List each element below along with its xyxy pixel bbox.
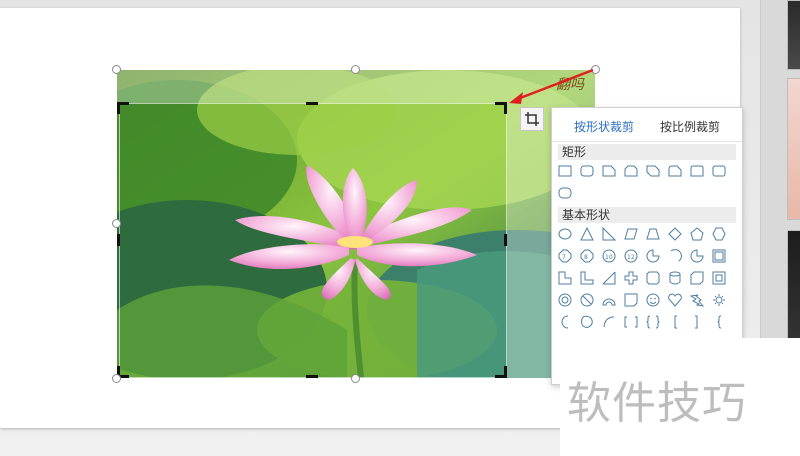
svg-text:7: 7: [562, 254, 566, 261]
basic-shape-29[interactable]: [646, 293, 660, 307]
basic-shape-34[interactable]: [580, 315, 594, 329]
basic-shape-16[interactable]: [712, 249, 726, 263]
rect-shape-2[interactable]: [580, 164, 594, 178]
crop-icon: [525, 112, 539, 126]
basic-shape-26[interactable]: [580, 293, 594, 307]
rect-shape-9[interactable]: [558, 186, 572, 200]
watermark-text: 软件技巧: [567, 378, 747, 429]
basic-shape-27[interactable]: [602, 293, 616, 307]
basic-shape-7[interactable]: [690, 227, 704, 241]
section-rectangle: 矩形: [558, 144, 736, 160]
basic-shape-1[interactable]: [558, 227, 572, 241]
annotation-arrow: [509, 68, 594, 104]
crop-frame[interactable]: [119, 103, 507, 378]
basic-shape-23[interactable]: [690, 271, 704, 285]
rect-shape-6[interactable]: [668, 164, 682, 178]
basic-shape-18[interactable]: [580, 271, 594, 285]
basic-shape-30[interactable]: [668, 293, 682, 307]
basic-shape-6[interactable]: [668, 227, 682, 241]
basic-shape-14[interactable]: [668, 249, 682, 263]
basic-shape-4[interactable]: [624, 227, 638, 241]
basic-shape-19[interactable]: [602, 271, 616, 285]
svg-text:12: 12: [627, 254, 635, 261]
resize-handle-bl[interactable]: [112, 374, 121, 383]
basic-shape-33[interactable]: [558, 315, 572, 329]
basic-shape-8[interactable]: [712, 227, 726, 241]
basic-shape-11[interactable]: 10: [602, 249, 616, 263]
basic-shape-40[interactable]: [712, 315, 726, 329]
crop-button[interactable]: [520, 107, 544, 131]
svg-text:10: 10: [605, 254, 613, 261]
basic-shape-10[interactable]: 8: [580, 249, 594, 263]
basic-shape-39[interactable]: [690, 315, 704, 329]
basic-shape-2[interactable]: [580, 227, 594, 241]
rect-shape-5[interactable]: [646, 164, 660, 178]
basic-shape-12[interactable]: 12: [624, 249, 638, 263]
basic-shape-28[interactable]: [624, 293, 638, 307]
rect-shape-1[interactable]: [558, 164, 572, 178]
basic-shape-9[interactable]: 7: [558, 249, 572, 263]
resize-handle-tl[interactable]: [112, 65, 121, 74]
crop-mark-top-mid[interactable]: [306, 102, 318, 105]
basic-shape-17[interactable]: [558, 271, 572, 285]
crop-mark-bottom-mid[interactable]: [306, 375, 318, 378]
basic-shape-15[interactable]: [690, 249, 704, 263]
crop-menu-tabs: 按形状裁剪 按比例裁剪: [552, 108, 742, 142]
basic-shape-20[interactable]: [624, 271, 638, 285]
basic-shape-13[interactable]: [646, 249, 660, 263]
basic-shape-38[interactable]: [668, 315, 682, 329]
crop-mark-right-mid[interactable]: [504, 234, 507, 246]
basic-shape-5[interactable]: [646, 227, 660, 241]
rect-shape-3[interactable]: [602, 164, 616, 178]
resize-handle-top[interactable]: [351, 65, 360, 74]
section-basic-shapes: 基本形状: [558, 207, 736, 223]
rect-shape-8[interactable]: [712, 164, 726, 178]
rect-shape-4[interactable]: [624, 164, 638, 178]
basic-shape-35[interactable]: [602, 315, 616, 329]
basic-shape-31[interactable]: [690, 293, 704, 307]
crop-mark-tl-v[interactable]: [117, 102, 120, 114]
basic-shape-22[interactable]: [668, 271, 682, 285]
svg-text:8: 8: [584, 254, 588, 261]
resize-handle-left[interactable]: [112, 219, 121, 228]
basic-shape-37[interactable]: [646, 315, 660, 329]
crop-mark-left-mid[interactable]: [117, 234, 120, 246]
basic-shape-3[interactable]: [602, 227, 616, 241]
basic-shape-25[interactable]: [558, 293, 572, 307]
tab-crop-by-shape[interactable]: 按形状裁剪: [574, 118, 634, 135]
slide-thumbnail-2[interactable]: [787, 78, 800, 220]
slide-thumbnail-1[interactable]: [787, 0, 800, 70]
basic-shape-32[interactable]: [712, 293, 726, 307]
basic-shape-21[interactable]: [646, 271, 660, 285]
crop-mark-br-v[interactable]: [504, 366, 507, 378]
rect-shape-7[interactable]: [690, 164, 704, 178]
basic-shape-36[interactable]: [624, 315, 638, 329]
tab-crop-by-ratio[interactable]: 按比例裁剪: [660, 118, 720, 135]
resize-handle-bottom[interactable]: [351, 374, 360, 383]
basic-shape-24[interactable]: [712, 271, 726, 285]
